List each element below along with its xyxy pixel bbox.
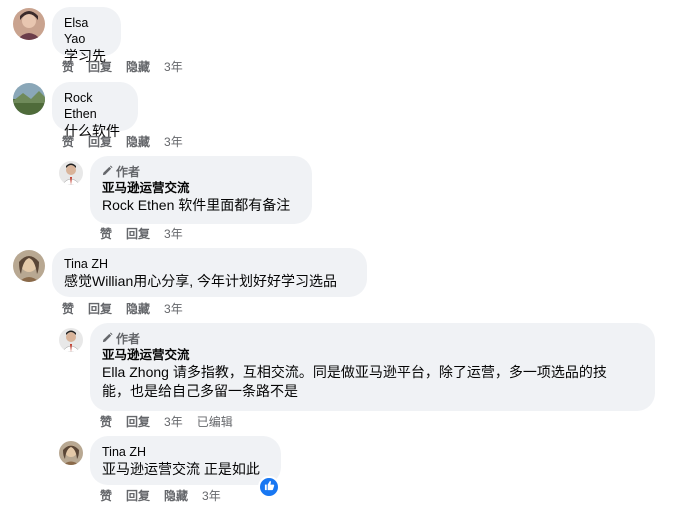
timestamp[interactable]: 3年 (164, 59, 183, 75)
comment-author-name[interactable]: 亚马逊运营交流 (102, 347, 643, 363)
comment-bubble: 作者 亚马逊运营交流 Rock Ethen 软件里面都有备注 (90, 156, 312, 224)
comment-actions: 赞 回复 隐藏 3年 (100, 488, 221, 504)
reply-button[interactable]: 回复 (88, 301, 112, 317)
reply-button[interactable]: 回复 (126, 414, 150, 430)
reply-button[interactable]: 回复 (126, 226, 150, 242)
comment-actions: 赞 回复 3年 (100, 226, 183, 242)
comment-bubble: 作者 亚马逊运营交流 Ella Zhong 请多指教，互相交流。同是做亚马逊平台… (90, 323, 655, 411)
author-badge: 作者 (102, 164, 300, 180)
comment-author-name[interactable]: Rock Ethen (64, 90, 126, 122)
comment-author-name[interactable]: Tina ZH (64, 256, 355, 272)
comment-actions: 赞 回复 隐藏 3年 (62, 134, 183, 150)
pencil-icon (102, 331, 113, 347)
timestamp[interactable]: 3年 (164, 414, 183, 430)
author-badge: 作者 (102, 331, 643, 347)
comment-actions: 赞 回复 隐藏 3年 (62, 301, 183, 317)
avatar[interactable] (59, 441, 83, 465)
like-button[interactable]: 赞 (62, 134, 74, 150)
comment-text: 亚马逊运营交流 正是如此 (102, 461, 260, 477)
reaction-badge[interactable] (258, 476, 280, 498)
like-button[interactable]: 赞 (62, 59, 74, 75)
like-button[interactable]: 赞 (100, 414, 112, 430)
reply-button[interactable]: 回复 (88, 134, 112, 150)
comment-bubble: Rock Ethen 什么软件 (52, 82, 138, 139)
hide-button[interactable]: 隐藏 (126, 59, 150, 75)
timestamp[interactable]: 3年 (202, 488, 221, 504)
comment-text-line: 能，也是给自己多留一条路不是 (102, 383, 298, 399)
author-label: 作者 (116, 332, 141, 346)
reply-button[interactable]: 回复 (126, 488, 150, 504)
avatar[interactable] (13, 83, 45, 115)
like-button[interactable]: 赞 (62, 301, 74, 317)
avatar[interactable] (13, 8, 45, 40)
timestamp[interactable]: 3年 (164, 134, 183, 150)
comment-bubble: Tina ZH 亚马逊运营交流 正是如此 (90, 436, 281, 485)
comment-author-name[interactable]: 亚马逊运营交流 (102, 180, 300, 196)
comment-bubble: Tina ZH 感觉Willian用心分享, 今年计划好好学习选品 (52, 248, 367, 297)
hide-button[interactable]: 隐藏 (126, 301, 150, 317)
timestamp[interactable]: 3年 (164, 301, 183, 317)
hide-button[interactable]: 隐藏 (126, 134, 150, 150)
comment-actions: 赞 回复 隐藏 3年 (62, 59, 183, 75)
reply-button[interactable]: 回复 (88, 59, 112, 75)
avatar[interactable] (59, 161, 83, 185)
like-button[interactable]: 赞 (100, 226, 112, 242)
edited-label: 已编辑 (196, 415, 233, 429)
comment-text: 感觉Willian用心分享, 今年计划好好学习选品 (64, 273, 338, 289)
avatar[interactable] (13, 250, 45, 282)
avatar[interactable] (59, 328, 83, 352)
comment-bubble: Elsa Yao 学习先 (52, 7, 121, 64)
author-label: 作者 (116, 165, 141, 179)
comment-text-line: Ella Zhong 请多指教，互相交流。同是做亚马逊平台，除了运营，多一项选品… (102, 364, 607, 380)
comment-actions: 赞 回复 3年 已编辑 (100, 414, 233, 430)
comment-text: Rock Ethen 软件里面都有备注 (102, 197, 291, 213)
like-button[interactable]: 赞 (100, 488, 112, 504)
comment-author-name[interactable]: Tina ZH (102, 444, 269, 460)
thumbs-up-icon (264, 478, 275, 496)
pencil-icon (102, 164, 113, 180)
comment-author-name[interactable]: Elsa Yao (64, 15, 109, 47)
hide-button[interactable]: 隐藏 (164, 488, 188, 504)
timestamp[interactable]: 3年 (164, 226, 183, 242)
